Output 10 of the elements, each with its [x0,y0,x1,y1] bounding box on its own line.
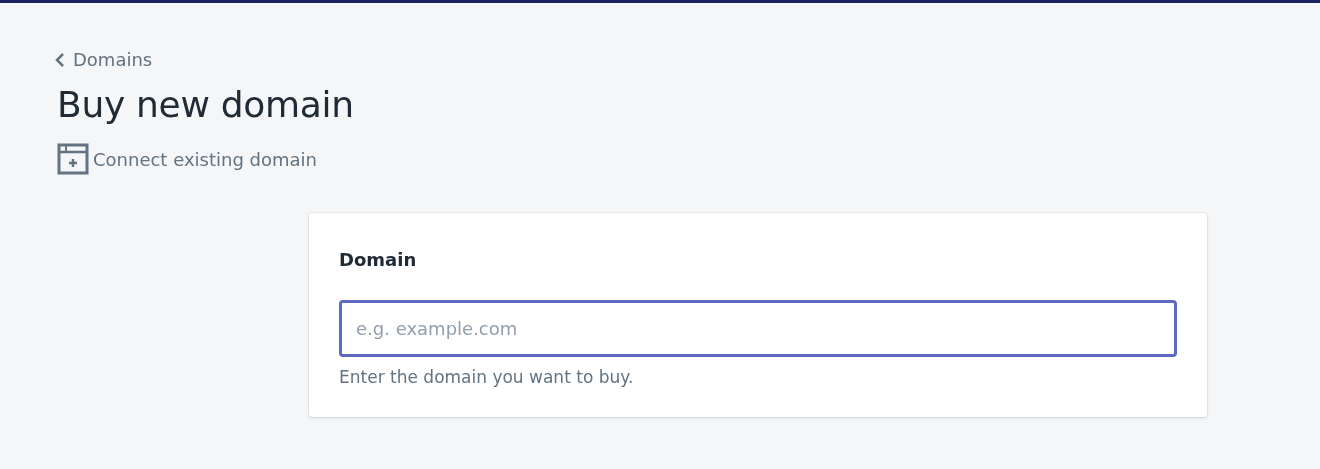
connect-domain-link[interactable]: Connect existing domain [57,143,317,175]
back-link[interactable]: Domains [55,49,153,70]
card-heading: Domain [339,249,418,270]
help-text: Enter the domain you want to buy. [339,367,635,387]
back-link-label[interactable]: Domains [73,49,153,70]
window-plus-icon [57,143,89,175]
page-title: Buy new domain [57,84,355,125]
connect-domain-label[interactable]: Connect existing domain [93,148,317,170]
chevron-left-icon [55,51,65,68]
domain-input[interactable]: e.g. example.com [339,300,1177,357]
